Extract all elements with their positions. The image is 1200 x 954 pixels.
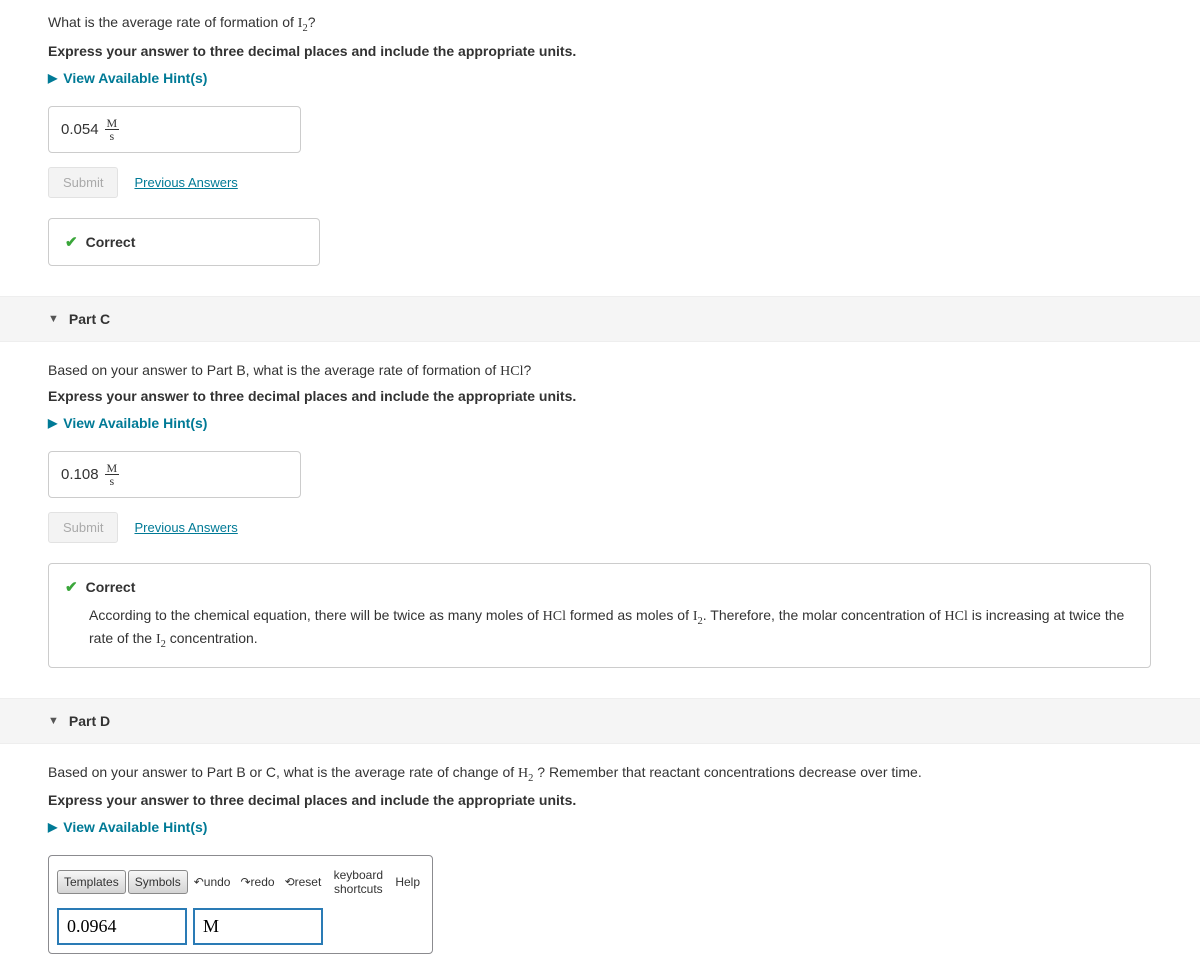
- hints-label: View Available Hint(s): [63, 70, 207, 86]
- question-tail: ? Remember that reactant concentrations …: [533, 764, 921, 780]
- answer-editor: Templates Symbols ↶undo ↷redo ⟲reset key…: [48, 855, 433, 954]
- reset-button[interactable]: ⟲reset: [281, 871, 326, 893]
- answer-value: 0.108: [61, 466, 99, 483]
- previous-answers-link[interactable]: Previous Answers: [134, 175, 237, 190]
- formula-hcl: HCl: [500, 364, 523, 379]
- unit-denominator: s: [108, 475, 117, 487]
- question-tail: ?: [523, 362, 531, 378]
- editor-toolbar: Templates Symbols ↶undo ↷redo ⟲reset key…: [57, 864, 424, 900]
- partB-question: What is the average rate of formation of…: [48, 12, 1152, 37]
- question-text: Based on your answer to Part B or C, wha…: [48, 764, 518, 780]
- reset-icon: ⟲: [285, 875, 295, 889]
- feedback-explanation: According to the chemical equation, ther…: [65, 606, 1134, 653]
- previous-answers-link[interactable]: Previous Answers: [134, 520, 237, 535]
- redo-button[interactable]: ↷redo: [236, 871, 278, 893]
- caret-right-icon: ▶: [48, 71, 57, 85]
- view-hints-button[interactable]: ▶ View Available Hint(s): [48, 819, 207, 835]
- partD-question: Based on your answer to Part B or C, wha…: [48, 762, 1152, 787]
- redo-icon: ↷: [240, 875, 250, 889]
- undo-icon: ↶: [194, 875, 204, 889]
- partC-header[interactable]: ▼ Part C: [0, 296, 1200, 342]
- part-title: Part C: [69, 311, 110, 327]
- symbols-button[interactable]: Symbols: [128, 870, 188, 894]
- submit-button: Submit: [48, 512, 118, 543]
- view-hints-button[interactable]: ▶ View Available Hint(s): [48, 70, 207, 86]
- answer-value-input[interactable]: [57, 908, 187, 945]
- unit-numerator: M: [105, 462, 120, 475]
- submit-button: Submit: [48, 167, 118, 198]
- unit-numerator: M: [105, 117, 120, 130]
- feedback-label: Correct: [86, 579, 136, 595]
- unit-denominator: s: [108, 130, 117, 142]
- caret-right-icon: ▶: [48, 820, 57, 834]
- caret-down-icon: ▼: [48, 313, 59, 325]
- caret-down-icon: ▼: [48, 715, 59, 727]
- question-text: What is the average rate of formation of: [48, 14, 298, 30]
- partB-instruction: Express your answer to three decimal pla…: [48, 43, 1152, 59]
- question-tail: ?: [308, 14, 316, 30]
- part-title: Part D: [69, 713, 110, 729]
- help-button[interactable]: Help: [391, 871, 424, 893]
- check-icon: ✔: [65, 578, 78, 596]
- answer-value: 0.054: [61, 121, 99, 138]
- unit-fraction: M s: [105, 462, 120, 487]
- question-text: Based on your answer to Part B, what is …: [48, 362, 500, 378]
- partD-instruction: Express your answer to three decimal pla…: [48, 792, 1152, 808]
- partD-header[interactable]: ▼ Part D: [0, 698, 1200, 744]
- keyboard-shortcuts-button[interactable]: keyboard shortcuts: [327, 864, 389, 900]
- formula-h: H: [518, 766, 528, 781]
- partB-feedback: ✔ Correct: [48, 218, 320, 266]
- partC-answer-display: 0.108 M s: [48, 451, 301, 498]
- check-icon: ✔: [65, 233, 78, 251]
- answer-units-input[interactable]: [193, 908, 323, 945]
- caret-right-icon: ▶: [48, 416, 57, 430]
- templates-button[interactable]: Templates: [57, 870, 126, 894]
- hints-label: View Available Hint(s): [63, 819, 207, 835]
- partB-answer-display: 0.054 M s: [48, 106, 301, 153]
- partC-question: Based on your answer to Part B, what is …: [48, 360, 1152, 382]
- hints-label: View Available Hint(s): [63, 415, 207, 431]
- partC-feedback: ✔ Correct According to the chemical equa…: [48, 563, 1151, 668]
- undo-button[interactable]: ↶undo: [190, 871, 235, 893]
- unit-fraction: M s: [105, 117, 120, 142]
- partC-instruction: Express your answer to three decimal pla…: [48, 388, 1152, 404]
- feedback-label: Correct: [86, 234, 136, 250]
- view-hints-button[interactable]: ▶ View Available Hint(s): [48, 415, 207, 431]
